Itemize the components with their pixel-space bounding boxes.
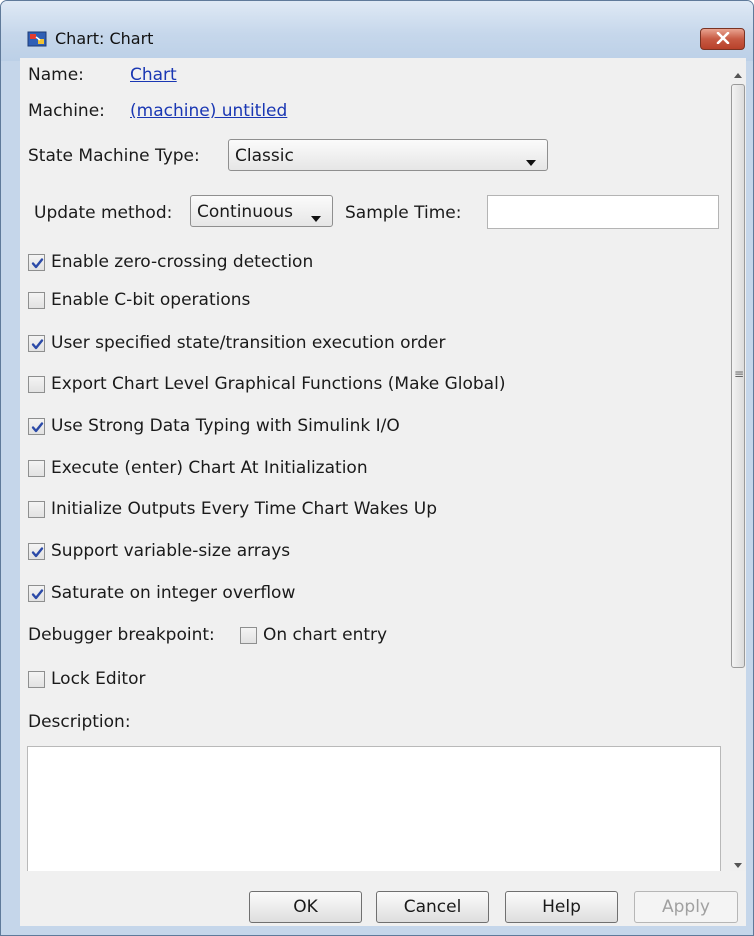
checkbox[interactable] — [28, 584, 45, 602]
checkbox[interactable] — [28, 417, 45, 435]
ok-button[interactable]: OK — [249, 891, 362, 923]
sample-time-input[interactable] — [487, 195, 719, 229]
checkbox[interactable] — [240, 626, 257, 644]
scroll-up-icon[interactable] — [733, 64, 743, 84]
stateflow-chart-icon — [27, 29, 47, 49]
machine-label: Machine: — [28, 101, 105, 121]
checkbox-label: Lock Editor — [51, 669, 146, 689]
checkbox-row[interactable]: Saturate on integer overflow — [28, 581, 295, 605]
close-icon — [716, 29, 730, 49]
checkbox-label: Enable C-bit operations — [51, 290, 251, 310]
dialog-client: Name: Chart Machine: (machine) untitled … — [20, 58, 746, 926]
checkbox[interactable] — [28, 291, 45, 309]
lock-editor-row[interactable]: Lock Editor — [28, 667, 145, 691]
checkbox[interactable] — [28, 375, 45, 393]
checkbox-row[interactable]: Initialize Outputs Every Time Chart Wake… — [28, 497, 437, 521]
checkbox-row[interactable]: Use Strong Data Typing with Simulink I/O — [28, 414, 400, 438]
apply-button[interactable]: Apply — [634, 891, 738, 923]
name-link[interactable]: Chart — [130, 65, 177, 85]
checkbox[interactable] — [28, 253, 45, 271]
scrollbar-grip-icon: ≡ — [734, 367, 745, 381]
title-bar[interactable]: Chart: Chart — [1, 1, 753, 61]
checkbox-label: Use Strong Data Typing with Simulink I/O — [51, 416, 400, 436]
scroll-down-icon[interactable] — [733, 855, 743, 875]
debugger-breakpoint-label: Debugger breakpoint: — [28, 625, 215, 645]
dialog-window: Chart: Chart Name: Chart Machine: (machi… — [0, 0, 754, 936]
dropdown-arrow-icon — [525, 152, 537, 172]
sample-time-label: Sample Time: — [345, 203, 462, 223]
checkbox[interactable] — [28, 542, 45, 560]
machine-link[interactable]: (machine) untitled — [130, 101, 287, 121]
update-method-dropdown[interactable]: Continuous — [190, 195, 333, 227]
cancel-button[interactable]: Cancel — [376, 891, 489, 923]
checkbox-label: On chart entry — [263, 625, 388, 645]
checkbox-row[interactable]: Execute (enter) Chart At Initialization — [28, 456, 368, 480]
state-machine-type-value: Classic — [235, 146, 294, 166]
dropdown-arrow-icon — [310, 208, 322, 228]
checkbox-label: Saturate on integer overflow — [51, 583, 296, 603]
checkbox-label: User specified state/transition executio… — [51, 333, 446, 353]
close-button[interactable] — [700, 28, 745, 50]
checkbox-row[interactable]: Export Chart Level Graphical Functions (… — [28, 372, 505, 396]
checkbox-label: Export Chart Level Graphical Functions (… — [51, 374, 506, 394]
update-method-value: Continuous — [197, 202, 294, 222]
help-button[interactable]: Help — [505, 891, 618, 923]
checkbox-label: Initialize Outputs Every Time Chart Wake… — [51, 499, 438, 519]
checkbox[interactable] — [28, 459, 45, 477]
checkbox-row[interactable]: Enable zero-crossing detection — [28, 250, 313, 274]
scrollbar-thumb[interactable]: ≡ — [731, 84, 745, 668]
window-title: Chart: Chart — [55, 29, 154, 48]
checkbox[interactable] — [28, 334, 45, 352]
checkbox-label: Enable zero-crossing detection — [51, 252, 314, 272]
checkbox-label: Execute (enter) Chart At Initialization — [51, 458, 368, 478]
checkbox-row[interactable]: Enable C-bit operations — [28, 288, 250, 312]
update-method-label: Update method: — [34, 203, 173, 223]
state-machine-type-label: State Machine Type: — [28, 146, 200, 166]
vertical-scrollbar[interactable]: ≡ — [730, 58, 746, 871]
debugger-on-chart-entry[interactable]: On chart entry — [240, 623, 387, 647]
checkbox[interactable] — [28, 500, 45, 518]
checkbox-row[interactable]: Support variable-size arrays — [28, 539, 290, 563]
checkbox[interactable] — [28, 670, 45, 688]
description-label: Description: — [28, 712, 131, 732]
state-machine-type-dropdown[interactable]: Classic — [228, 139, 548, 171]
description-textarea[interactable] — [27, 746, 721, 871]
properties-pane: Name: Chart Machine: (machine) untitled … — [20, 58, 730, 871]
name-label: Name: — [28, 65, 84, 85]
checkbox-row[interactable]: User specified state/transition executio… — [28, 331, 445, 355]
checkbox-label: Support variable-size arrays — [51, 541, 291, 561]
